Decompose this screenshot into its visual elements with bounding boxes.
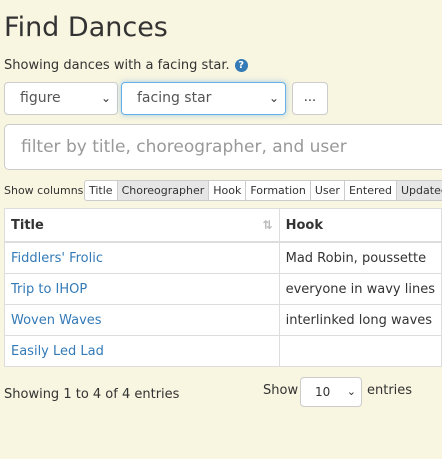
question-circle-icon[interactable]: ?	[234, 59, 248, 72]
show-label: Show	[263, 383, 299, 398]
figure-value-select[interactable]: facing star ⌄	[121, 82, 286, 115]
title-cell: Trip to IHOP	[4, 273, 280, 305]
column-toggle-group: Title Choreographer Hook Formation User …	[84, 180, 442, 201]
chevron-down-icon: ⌄	[346, 385, 356, 398]
toggle-user[interactable]: User	[309, 180, 345, 201]
dance-link[interactable]: Woven Waves	[11, 313, 102, 328]
toggle-updated[interactable]: Updated	[396, 180, 442, 201]
title-cell: Fiddlers' Frolic	[4, 241, 280, 274]
hook-cell: interlinked long waves	[278, 304, 442, 336]
page-title: Find Dances	[4, 12, 168, 43]
title-cell: Easily Led Lad	[4, 335, 280, 367]
dance-link[interactable]: Fiddlers' Frolic	[11, 251, 103, 266]
table-row: Woven Waves interlinked long waves	[4, 304, 442, 336]
hook-cell: everyone in wavy lines	[278, 273, 442, 305]
toggle-title[interactable]: Title	[84, 180, 118, 201]
column-header-hook[interactable]: Hook	[278, 208, 442, 243]
dance-link[interactable]: Easily Led Lad	[11, 344, 104, 359]
page-length-select[interactable]: 10 ⌄	[300, 377, 362, 407]
search-placeholder: filter by title, choreographer, and user	[21, 137, 347, 157]
table-row: Trip to IHOP everyone in wavy lines	[4, 273, 442, 305]
column-header-title[interactable]: Title ⇅	[4, 208, 280, 243]
hook-cell: Mad Robin, poussette	[278, 241, 442, 274]
toggle-formation[interactable]: Formation	[245, 180, 311, 201]
table-row: Easily Led Lad	[4, 335, 442, 367]
toggle-entered[interactable]: Entered	[343, 180, 397, 201]
table-row: Fiddlers' Frolic Mad Robin, poussette	[4, 241, 442, 274]
dances-table: Title ⇅ Hook Fiddlers' Frolic Mad Robin,…	[4, 208, 442, 367]
hook-header-label: Hook	[285, 217, 323, 233]
toggle-choreographer[interactable]: Choreographer	[116, 180, 210, 201]
show-columns-label: Show columns	[4, 184, 84, 197]
chevron-down-icon: ⌄	[100, 91, 111, 105]
more-options-button[interactable]: ...	[292, 82, 328, 115]
title-header-label: Title	[11, 217, 44, 233]
figure-field-value: figure	[20, 90, 61, 106]
sort-icon: ⇅	[262, 217, 273, 232]
figure-field-select[interactable]: figure ⌄	[4, 82, 118, 115]
figure-value-text: facing star	[137, 90, 212, 106]
search-input[interactable]: filter by title, choreographer, and user	[4, 124, 442, 170]
filter-description: Showing dances with a facing star.?	[4, 58, 248, 73]
table-info: Showing 1 to 4 of 4 entries	[4, 387, 180, 402]
title-cell: Woven Waves	[4, 304, 280, 336]
entries-label: entries	[367, 383, 413, 398]
subtitle-text: Showing dances with a facing star.	[4, 58, 230, 73]
table-header-row: Title ⇅ Hook	[4, 208, 442, 243]
hook-cell	[278, 335, 442, 367]
chevron-down-icon: ⌄	[268, 91, 279, 105]
toggle-hook[interactable]: Hook	[208, 180, 247, 201]
page-length-value: 10	[315, 385, 331, 399]
dance-link[interactable]: Trip to IHOP	[11, 282, 87, 297]
